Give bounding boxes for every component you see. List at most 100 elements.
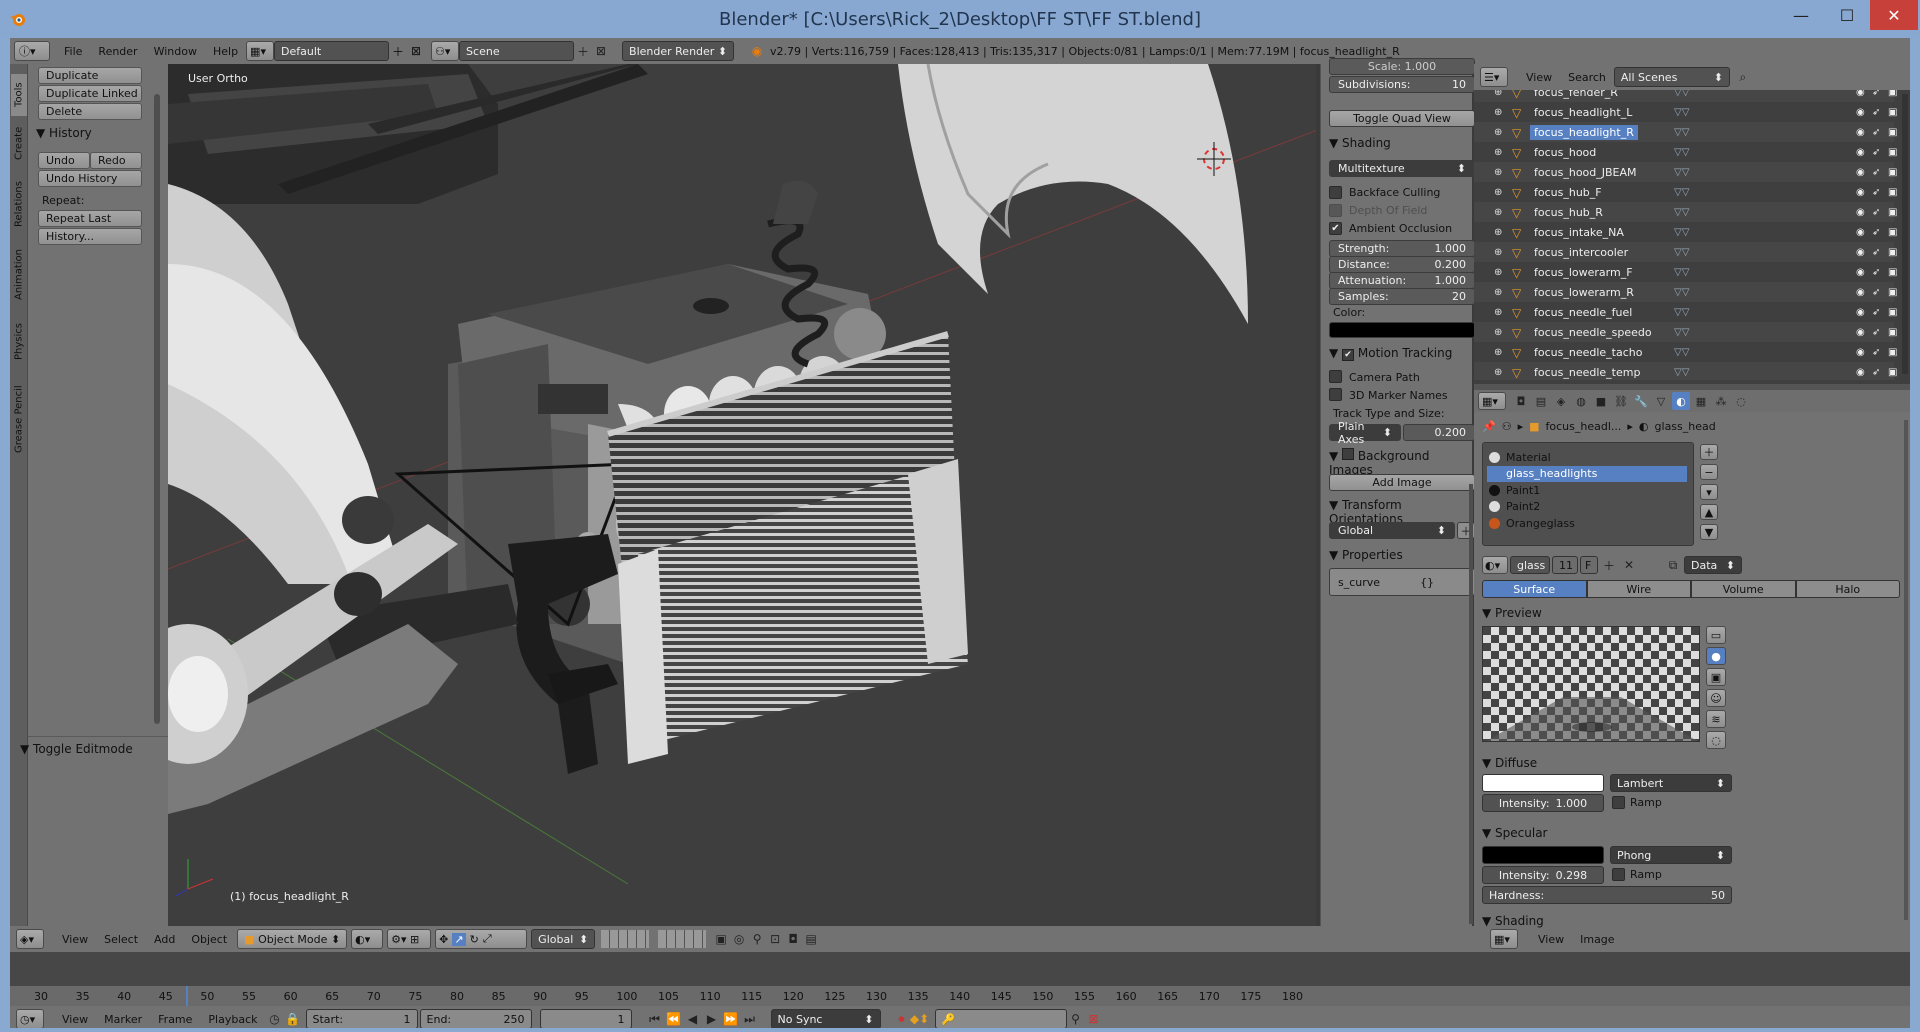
viewport-shading-select[interactable]: ◐▾ <box>351 929 384 949</box>
ao-color-swatch[interactable] <box>1329 322 1475 338</box>
repeat-last-button[interactable]: Repeat Last <box>38 210 142 227</box>
expand-icon[interactable]: ⊕ <box>1494 90 1502 98</box>
ao-samples-field[interactable]: Samples: 20 <box>1329 288 1475 305</box>
depth-of-field-checkbox[interactable] <box>1329 204 1342 217</box>
eye-icon[interactable]: ◉ <box>1856 147 1868 158</box>
duplicate-button[interactable]: Duplicate <box>38 67 142 84</box>
tab-halo[interactable]: Halo <box>1795 580 1900 598</box>
data-tab-icon[interactable]: ▽ <box>1652 392 1670 410</box>
play-icon[interactable]: ▶ <box>703 1010 721 1028</box>
specular-color-swatch[interactable] <box>1482 846 1604 864</box>
manipulator-toggles[interactable]: ✥ ↗ ↻ ⤢ <box>435 929 528 949</box>
history-panel-header[interactable]: ▼ History <box>36 126 92 140</box>
minimize-button[interactable]: — <box>1778 0 1824 30</box>
tab-animation[interactable]: Animation <box>11 240 27 310</box>
tab-grease-pencil[interactable]: Grease Pencil <box>11 374 27 464</box>
redo-button[interactable]: Redo <box>90 152 142 169</box>
eye-icon[interactable]: ◉ <box>1856 90 1868 98</box>
camera-icon[interactable]: ▣ <box>1888 127 1900 138</box>
image-view-menu[interactable]: View <box>1530 933 1572 946</box>
remove-scene-icon[interactable]: ⊠ <box>592 42 610 60</box>
outliner-editor-type[interactable]: ☰▾ <box>1480 67 1508 87</box>
texture-tab-icon[interactable]: ▦ <box>1692 392 1710 410</box>
camera-icon[interactable]: ▣ <box>1888 307 1900 318</box>
eye-icon[interactable]: ◉ <box>1856 267 1868 278</box>
diffuse-intensity-field[interactable]: Intensity: 1.000 <box>1482 794 1604 812</box>
diffuse-panel-header[interactable]: ▼ Diffuse <box>1482 756 1537 770</box>
preview-cube-icon[interactable]: ▣ <box>1706 668 1726 686</box>
preview-panel-header[interactable]: ▼ Preview <box>1482 606 1542 620</box>
3d-editor-type[interactable]: ◈▾ <box>16 929 44 949</box>
expand-icon[interactable]: ⊕ <box>1494 207 1502 218</box>
snap-target-icon[interactable]: ⊡ <box>766 930 784 948</box>
cursor-icon[interactable]: ➶ <box>1872 167 1884 178</box>
image-menu[interactable]: Image <box>1572 933 1622 946</box>
background-images-checkbox[interactable] <box>1342 448 1355 460</box>
delete-keyframe-icon[interactable]: ⊠ <box>1085 1010 1103 1028</box>
delete-button[interactable]: Delete <box>38 103 142 120</box>
lock-layers-icon[interactable]: ▣ <box>712 930 730 948</box>
transform-orientation-select[interactable]: Global ⬍ <box>1329 522 1455 539</box>
diffuse-shader-select[interactable]: Lambert ⬍ <box>1610 774 1732 792</box>
eye-icon[interactable]: ◉ <box>1856 347 1868 358</box>
cursor-icon[interactable]: ➶ <box>1872 247 1884 258</box>
cursor-icon[interactable]: ➶ <box>1872 267 1884 278</box>
marker-names-checkbox[interactable] <box>1329 388 1342 401</box>
cursor-icon[interactable]: ➶ <box>1872 307 1884 318</box>
render-anim-icon[interactable]: ▤ <box>802 930 820 948</box>
physics-tab-icon[interactable]: ◌ <box>1732 392 1750 410</box>
cursor-icon[interactable]: ➶ <box>1872 127 1884 138</box>
layers-group-1[interactable] <box>601 930 650 948</box>
outliner-view-menu[interactable]: View <box>1518 71 1560 84</box>
properties-scrollbar[interactable] <box>1904 420 1908 920</box>
diffuse-ramp-checkbox[interactable] <box>1612 796 1625 809</box>
camera-icon[interactable]: ▣ <box>1888 187 1900 198</box>
custom-property-row[interactable]: s_curve {} <box>1329 568 1475 596</box>
timeline-menu-view[interactable]: View <box>54 1013 96 1026</box>
material-slot[interactable]: glass_headlights <box>1487 465 1687 482</box>
pin-icon[interactable]: 📌 <box>1482 420 1496 433</box>
ao-attenuation-field[interactable]: Attenuation: 1.000 <box>1329 272 1475 289</box>
keying-set-field[interactable]: 🔑 <box>934 1009 1067 1028</box>
outliner-row[interactable]: ⊕ ▽ focus_hub_R ▽▽ ◉ ➶ ▣ <box>1474 202 1897 222</box>
snap-icon[interactable]: ⚲ <box>748 930 766 948</box>
tab-surface[interactable]: Surface <box>1482 580 1587 598</box>
specular-ramp-checkbox[interactable] <box>1612 868 1625 881</box>
outliner-row[interactable]: ⊕ ▽ focus_needle_temp ▽▽ ◉ ➶ ▣ <box>1474 362 1897 380</box>
layers-group-2[interactable] <box>658 930 707 948</box>
sync-mode-select[interactable]: No Sync ⬍ <box>770 1009 881 1028</box>
outliner-row[interactable]: ⊕ ▽ focus_intake_NA ▽▽ ◉ ➶ ▣ <box>1474 222 1897 242</box>
camera-icon[interactable]: ▣ <box>1888 167 1900 178</box>
properties-editor-type[interactable]: ▦▾ <box>1478 392 1506 410</box>
remove-slot-icon[interactable]: − <box>1700 464 1718 480</box>
preview-range-icon[interactable]: ◷ <box>266 1010 284 1028</box>
ambient-occlusion-checkbox[interactable]: ✔ <box>1329 222 1342 235</box>
render-layers-tab-icon[interactable]: ▤ <box>1532 392 1550 410</box>
add-material-icon[interactable]: ＋ <box>1600 556 1618 574</box>
3d-menu-view[interactable]: View <box>54 933 96 946</box>
expand-icon[interactable]: ⊕ <box>1494 187 1502 198</box>
camera-icon[interactable]: ▣ <box>1888 267 1900 278</box>
scene-browse-button[interactable]: ⚇▾ <box>431 41 460 61</box>
diffuse-color-swatch[interactable] <box>1482 774 1604 792</box>
3d-viewport[interactable]: User Ortho (1) focus_headlight_R <box>168 64 1320 926</box>
camera-icon[interactable]: ▣ <box>1888 247 1900 258</box>
render-icon[interactable]: ◘ <box>784 930 802 948</box>
outliner-row[interactable]: ⊕ ▽ focus_needle_speedo ▽▽ ◉ ➶ ▣ <box>1474 322 1897 342</box>
interaction-mode-select[interactable]: ■ Object Mode ⬍ <box>237 929 348 949</box>
cursor-icon[interactable]: ➶ <box>1872 287 1884 298</box>
camera-icon[interactable]: ▣ <box>1888 227 1900 238</box>
render-tab-icon[interactable]: ◘ <box>1512 392 1530 410</box>
end-frame-field[interactable]: End: 250 <box>419 1009 532 1028</box>
jump-start-icon[interactable]: ⏮ <box>646 1010 664 1028</box>
outliner-row[interactable]: ⊕ ▽ focus_intercooler ▽▽ ◉ ➶ ▣ <box>1474 242 1897 262</box>
eye-icon[interactable]: ◉ <box>1856 127 1868 138</box>
shading-panel-header[interactable]: ▼ Shading <box>1329 136 1391 150</box>
maximize-button[interactable]: ☐ <box>1824 0 1870 30</box>
add-image-button[interactable]: Add Image <box>1329 474 1475 491</box>
search-icon[interactable]: ⌕ <box>1734 68 1752 86</box>
expand-icon[interactable]: ⊕ <box>1494 147 1502 158</box>
render-engine-select[interactable]: Blender Render ⬍ <box>622 41 735 61</box>
duplicate-linked-button[interactable]: Duplicate Linked <box>38 85 142 102</box>
eye-icon[interactable]: ◉ <box>1856 247 1868 258</box>
